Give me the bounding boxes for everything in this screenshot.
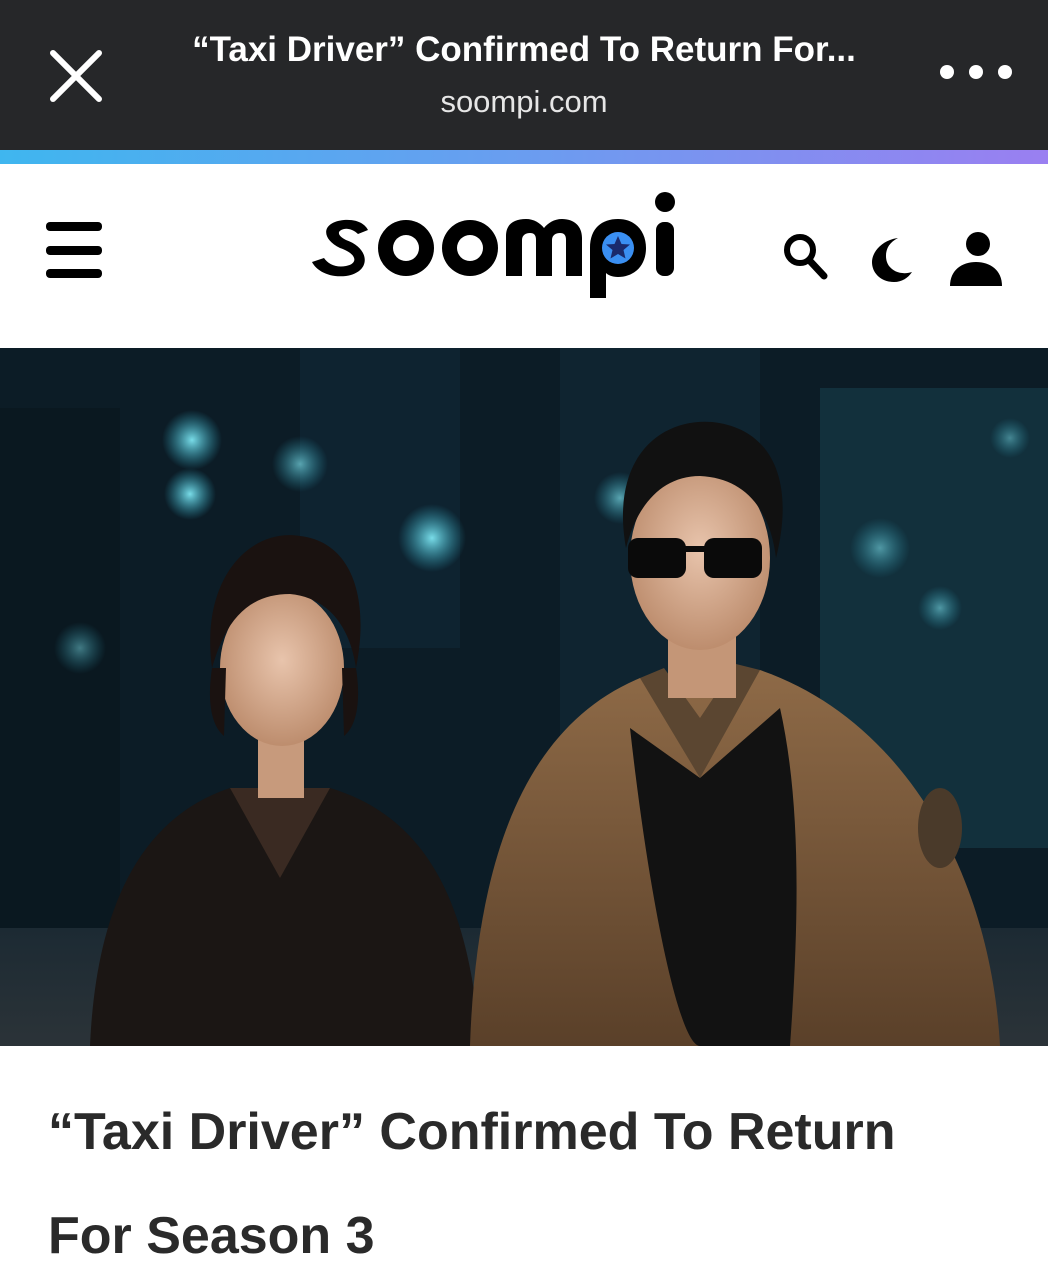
more-dots-icon — [940, 65, 954, 79]
soompi-logo-mark — [312, 192, 675, 298]
page: “Taxi Driver” Confirmed To Return For...… — [0, 0, 1048, 1280]
hero-photo — [0, 348, 1048, 1046]
close-button[interactable] — [44, 44, 108, 108]
more-options-button[interactable] — [940, 54, 1012, 90]
article-headline[interactable]: “Taxi Driver” Confirmed To Return For Se… — [48, 1080, 948, 1280]
search-icon[interactable] — [780, 230, 830, 282]
user-icon[interactable] — [946, 228, 1006, 290]
page-load-progress-bar — [0, 150, 1048, 164]
close-icon — [50, 50, 102, 102]
site-header — [0, 164, 1048, 348]
tab-title: “Taxi Driver” Confirmed To Return For... — [192, 30, 856, 69]
moon-icon[interactable] — [864, 234, 914, 284]
hamburger-menu-icon[interactable] — [46, 222, 102, 278]
browser-top-bar: “Taxi Driver” Confirmed To Return For...… — [0, 0, 1048, 150]
soompi-logo[interactable] — [300, 186, 690, 306]
tab-url: soompi.com — [440, 84, 608, 119]
article-hero-image — [0, 348, 1048, 1046]
